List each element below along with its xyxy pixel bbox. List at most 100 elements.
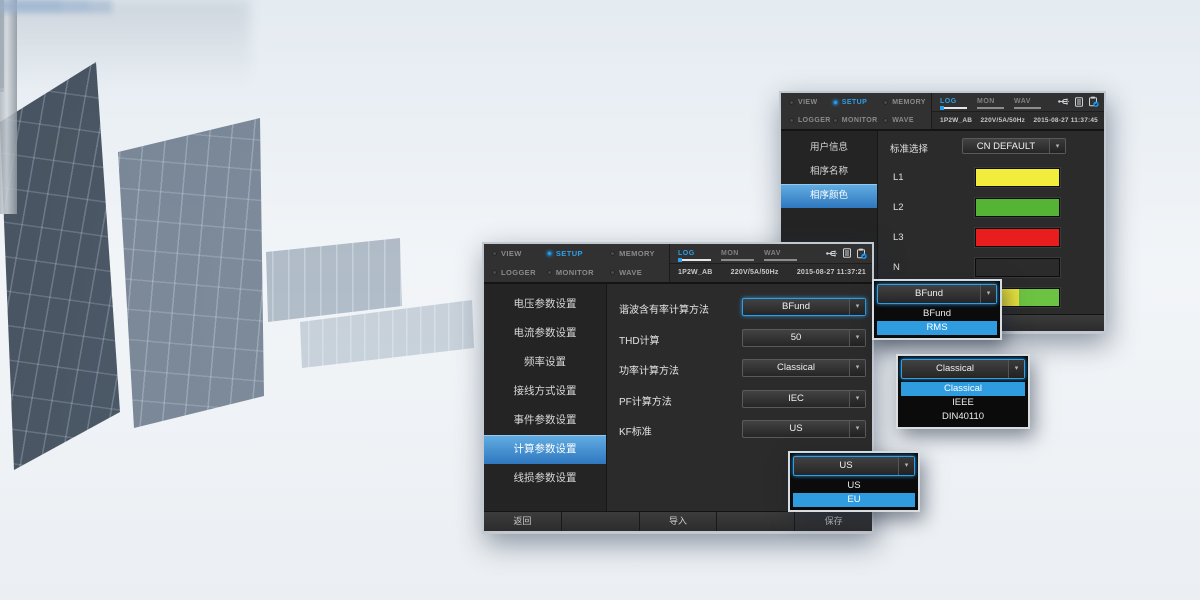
nav-memory-label: MEMORY <box>619 249 655 258</box>
harmonic-method-popup: BFund ▾ BFund RMS <box>872 279 1002 340</box>
menu-wiring-mode[interactable]: 接线方式设置 <box>484 377 606 406</box>
power-popup-selected[interactable]: Classical ▾ <box>901 359 1025 379</box>
storage-card-icon <box>842 248 852 258</box>
radio-dot-icon <box>547 251 552 256</box>
back-nav-logger[interactable]: LOGGER <box>789 117 833 124</box>
back-nav-monitor[interactable]: MONITOR <box>833 117 883 124</box>
tab-mon[interactable]: MON <box>721 250 757 257</box>
partial-color-swatch[interactable] <box>975 258 1060 277</box>
dropdown-arrow-icon: ▾ <box>849 421 865 437</box>
tab-wav[interactable]: WAV <box>1014 98 1044 105</box>
radio-dot-icon <box>883 118 888 123</box>
panel-reflection <box>0 0 250 110</box>
back-nav-view[interactable]: VIEW <box>789 99 833 106</box>
harmonic-method-label: 谐波含有率计算方法 <box>619 301 709 316</box>
front-nav-wave[interactable]: WAVE <box>610 268 665 277</box>
back-nav: VIEW SETUP MEMORY LOGGER MONITOR WAVE <box>781 93 931 129</box>
front-nav-logger[interactable]: LOGGER <box>492 268 547 277</box>
selected-value: BFund <box>878 285 980 303</box>
pf-method-dropdown[interactable]: IEC ▾ <box>742 390 866 408</box>
nav-monitor-label: MONITOR <box>556 268 594 277</box>
selected-value: US <box>794 457 898 475</box>
back-nav-memory[interactable]: MEMORY <box>883 99 927 106</box>
standard-select-value: CN DEFAULT <box>963 139 1049 153</box>
range-value: 220V/5A/50Hz <box>731 269 779 276</box>
footer-cell[interactable] <box>997 315 1104 331</box>
option-din40110[interactable]: DIN40110 <box>901 410 1025 424</box>
menu-phase-name[interactable]: 相序名称 <box>781 160 877 184</box>
option-eu[interactable]: EU <box>793 493 915 507</box>
nav-setup-label: SETUP <box>842 99 867 106</box>
wiring-mode: 1P2W_AB <box>678 269 712 276</box>
radio-dot-icon <box>547 270 552 275</box>
status-icons <box>1058 96 1099 107</box>
phase-l3-color-swatch[interactable] <box>975 228 1060 247</box>
page: VIEW SETUP MEMORY LOGGER MONITOR WAVE LO… <box>0 0 1200 600</box>
menu-lineloss-params[interactable]: 线损参数设置 <box>484 464 606 493</box>
wiring-mode: 1P2W_AB <box>940 117 972 124</box>
import-button[interactable]: 导入 <box>640 512 718 531</box>
phase-l2-color-swatch[interactable] <box>975 198 1060 217</box>
front-nav-view[interactable]: VIEW <box>492 249 547 258</box>
front-footer: 返回 导入 保存 <box>484 511 872 531</box>
radio-dot-icon <box>492 251 497 256</box>
pf-method-label: PF计算方法 <box>619 393 672 408</box>
footer-cell[interactable] <box>562 512 640 531</box>
harmonic-method-dropdown[interactable]: BFund ▾ <box>742 298 866 316</box>
menu-user-info[interactable]: 用户信息 <box>781 136 877 160</box>
dropdown-arrow-icon: ▾ <box>849 360 865 376</box>
phase-l1-color-swatch[interactable] <box>975 168 1060 187</box>
option-rms[interactable]: RMS <box>877 321 997 335</box>
kf-standard-popup: US ▾ US EU <box>788 451 920 512</box>
option-ieee[interactable]: IEEE <box>901 396 1025 410</box>
menu-phase-color[interactable]: 相序颜色 <box>781 184 877 208</box>
tab-log[interactable]: LOG <box>940 98 970 105</box>
clipboard-lock-icon <box>1088 96 1099 107</box>
menu-current-params[interactable]: 电流参数设置 <box>484 319 606 348</box>
kf-popup-selected[interactable]: US ▾ <box>793 456 915 476</box>
phase-n-label: N <box>893 262 900 273</box>
front-nav-setup[interactable]: SETUP <box>547 249 610 258</box>
power-method-label: 功率计算方法 <box>619 362 679 377</box>
radio-dot-icon <box>789 100 794 105</box>
dropdown-arrow-icon: ▾ <box>849 299 865 315</box>
phase-l2-label: L2 <box>893 202 904 213</box>
footer-cell[interactable] <box>717 512 795 531</box>
option-bfund[interactable]: BFund <box>877 307 997 321</box>
back-header-right: LOG MON WAV 1P2W_AB 220V/5A/50Hz 2015-08… <box>931 93 1104 129</box>
option-us[interactable]: US <box>793 479 915 493</box>
dropdown-arrow-icon: ▾ <box>898 457 914 475</box>
nav-wave-label: WAVE <box>619 268 642 277</box>
front-nav-memory[interactable]: MEMORY <box>610 249 665 258</box>
power-method-popup: Classical ▾ Classical IEEE DIN40110 <box>896 354 1030 429</box>
tab-mon[interactable]: MON <box>977 98 1007 105</box>
option-classical[interactable]: Classical <box>901 382 1025 396</box>
usb-icon <box>826 249 838 258</box>
power-method-dropdown[interactable]: Classical ▾ <box>742 359 866 377</box>
nav-wave-label: WAVE <box>892 117 914 124</box>
radio-dot-icon <box>610 270 615 275</box>
kf-standard-label: KF标准 <box>619 423 652 438</box>
menu-voltage-params[interactable]: 电压参数设置 <box>484 290 606 319</box>
phase-l1-label: L1 <box>893 172 904 183</box>
menu-calc-params[interactable]: 计算参数设置 <box>484 435 606 464</box>
nav-view-label: VIEW <box>501 249 522 258</box>
nav-setup-label: SETUP <box>556 249 583 258</box>
front-nav-monitor[interactable]: MONITOR <box>547 268 610 277</box>
harmonic-popup-selected[interactable]: BFund ▾ <box>877 284 997 304</box>
save-button[interactable]: 保存 <box>795 512 872 531</box>
back-nav-setup[interactable]: SETUP <box>833 99 883 106</box>
radio-dot-icon <box>492 270 497 275</box>
standard-select-label: 标准选择 <box>890 141 928 155</box>
menu-event-params[interactable]: 事件参数设置 <box>484 406 606 435</box>
tab-log[interactable]: LOG <box>678 250 714 257</box>
back-button[interactable]: 返回 <box>484 512 562 531</box>
kf-standard-dropdown[interactable]: US ▾ <box>742 420 866 438</box>
thd-calc-dropdown[interactable]: 50 ▾ <box>742 329 866 347</box>
standard-select-dropdown[interactable]: CN DEFAULT ▾ <box>962 138 1066 154</box>
front-nav: VIEW SETUP MEMORY LOGGER MONITOR WAVE <box>484 244 669 282</box>
back-header: VIEW SETUP MEMORY LOGGER MONITOR WAVE LO… <box>781 93 1104 131</box>
back-nav-wave[interactable]: WAVE <box>883 117 927 124</box>
tab-wav[interactable]: WAV <box>764 250 800 257</box>
menu-frequency[interactable]: 频率设置 <box>484 348 606 377</box>
